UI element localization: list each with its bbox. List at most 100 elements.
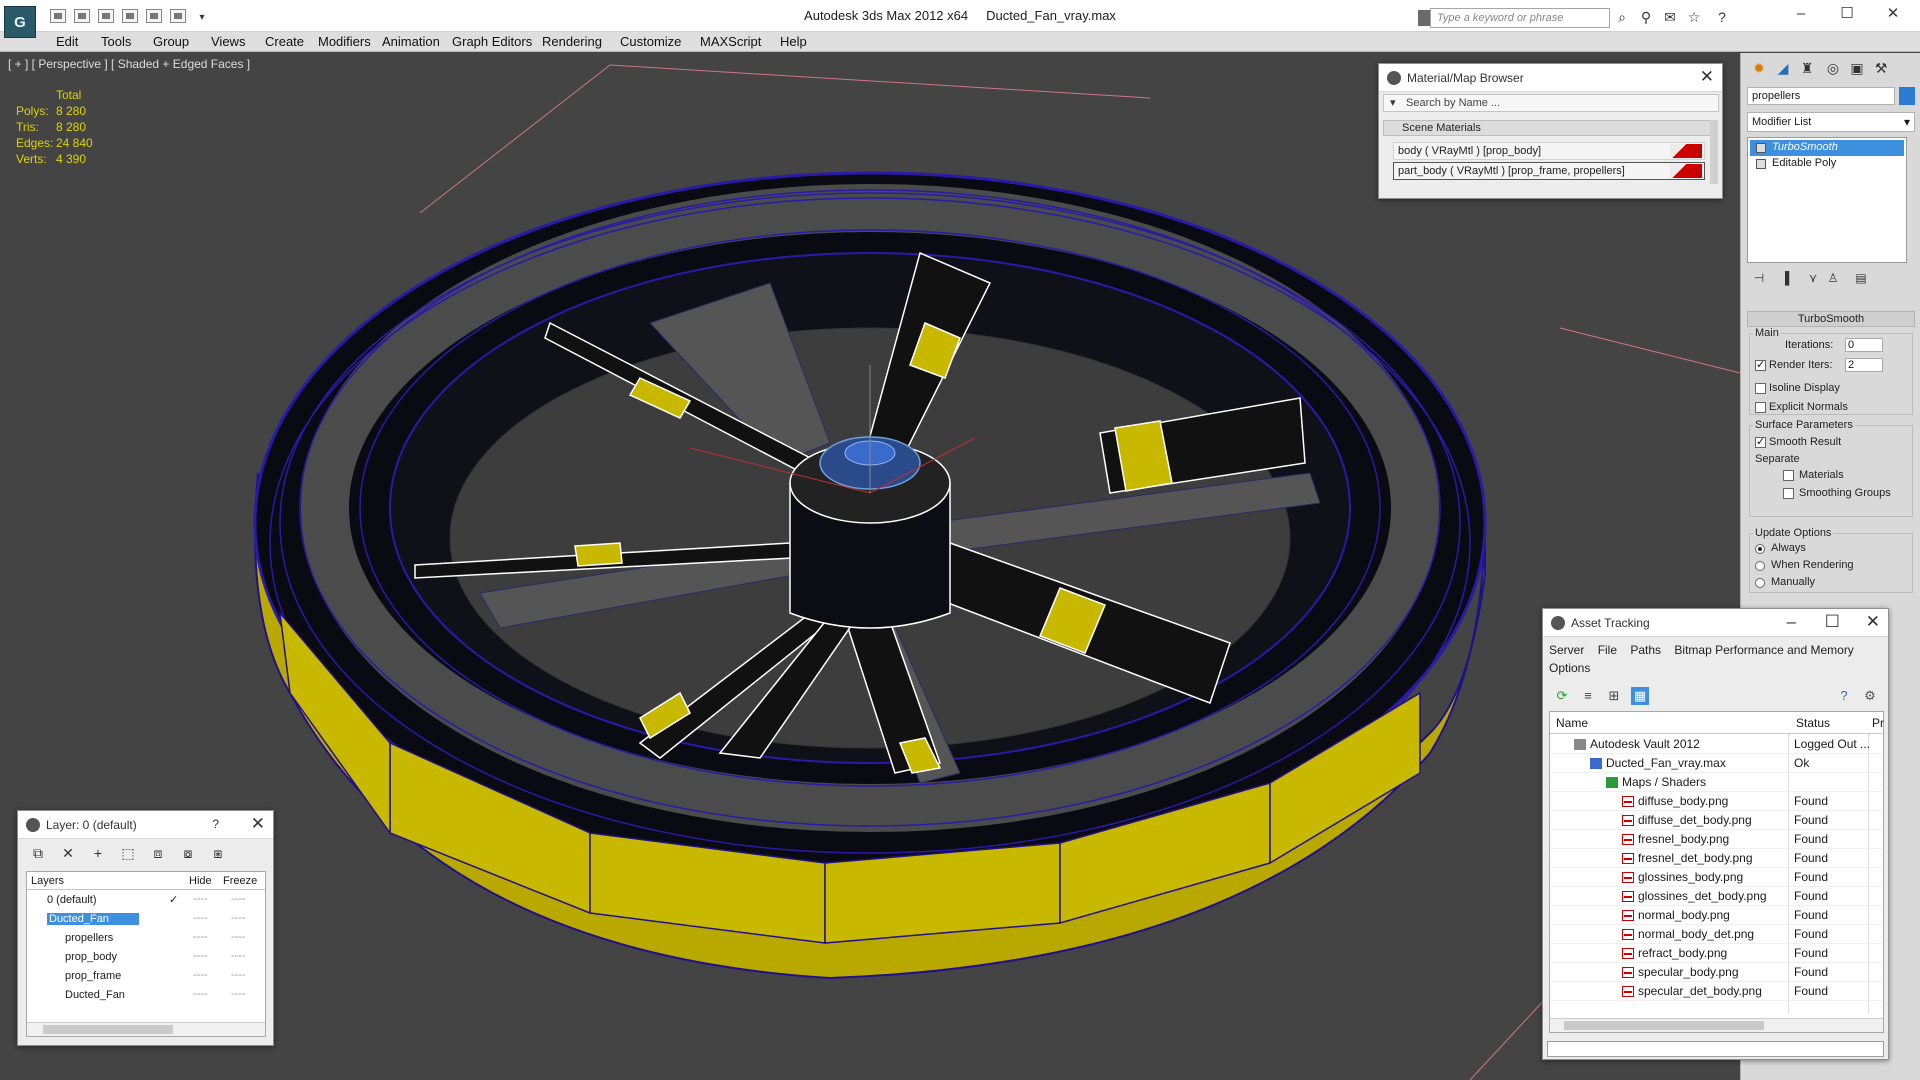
layer-row-ducted-fan-object[interactable]: Ducted_Fan ---- ---- [29,987,263,1005]
search-expand-icon[interactable] [1418,10,1430,26]
material-item-body[interactable]: body ( VRayMtl ) [prop_body] [1393,142,1705,160]
select-objects-icon[interactable]: ⬚ [118,843,138,863]
material-browser-close-icon[interactable]: ✕ [1700,67,1714,87]
viewport-label[interactable]: [ + ] [ Perspective ] [ Shaded + Edged F… [8,57,250,71]
material-item-part-body[interactable]: part_body ( VRayMtl ) [prop_frame, prope… [1393,162,1705,180]
smooth-result-checkbox[interactable] [1755,435,1766,448]
object-color-swatch[interactable] [1899,87,1915,105]
make-unique-icon[interactable]: ⋎ [1805,271,1821,287]
tree-view-icon[interactable]: ⊞ [1605,687,1623,705]
asset-path-field[interactable] [1547,1041,1884,1057]
stack-item-editable-poly[interactable]: Editable Poly [1750,156,1904,172]
layer-row-default[interactable]: 0 (default) ✓ ---- ---- [29,892,263,910]
motion-tab-icon[interactable]: ◎ [1823,57,1843,79]
layer-row-prop-body[interactable]: prop_body ---- ---- [29,949,263,967]
col-extra[interactable]: Pr [1872,716,1884,730]
asset-minimize-icon[interactable]: – [1787,612,1796,632]
asset-menu-options[interactable]: Options [1549,661,1590,675]
render-iters-spinner[interactable]: 2 [1845,358,1883,372]
refresh-icon[interactable]: ⟳ [1553,687,1571,705]
menu-modifiers[interactable]: Modifiers [318,34,371,49]
hide-toggle[interactable]: ---- [193,988,208,1000]
object-name-field[interactable]: propellers [1747,87,1895,105]
update-always-radio[interactable] [1755,544,1765,554]
scrollbar-thumb[interactable] [1564,1021,1764,1030]
layer-row-prop-frame[interactable]: prop_frame ---- ---- [29,968,263,986]
create-layer-icon[interactable]: ⧉ [28,843,48,863]
material-search-input[interactable]: Search by Name ... [1383,94,1719,112]
asset-row-map[interactable]: specular_det_body.png Found [1550,982,1883,1001]
layer-panel-titlebar[interactable]: Layer: 0 (default) ? ✕ [18,811,273,839]
hide-toggle[interactable]: ---- [193,893,208,905]
col-layers[interactable]: Layers [31,875,64,887]
expand-plus-icon[interactable] [1756,159,1766,169]
scene-materials-section[interactable]: Scene Materials [1383,120,1711,136]
menu-edit[interactable]: Edit [56,34,78,49]
freeze-toggle[interactable]: ---- [231,988,246,1000]
asset-horizontal-scrollbar[interactable] [1550,1018,1883,1032]
asset-row-map[interactable]: diffuse_body.png Found [1550,792,1883,811]
turbosmooth-rollout-header[interactable]: TurboSmooth [1747,311,1915,327]
asset-row-maps-folder[interactable]: Maps / Shaders [1550,773,1883,792]
display-tab-icon[interactable]: ▣ [1847,57,1867,79]
asset-menu-paths[interactable]: Paths [1630,643,1661,657]
render-iters-checkbox[interactable] [1755,358,1766,371]
asset-settings-icon[interactable]: ⚙ [1861,687,1879,705]
col-name[interactable]: Name [1556,716,1588,730]
col-hide[interactable]: Hide [189,875,212,887]
asset-row-map[interactable]: fresnel_body.png Found [1550,830,1883,849]
highlight-layer-icon[interactable]: ⧈ [148,843,168,863]
isoline-display-checkbox[interactable] [1755,383,1766,394]
menu-rendering[interactable]: Rendering [542,34,602,49]
layer-horizontal-scrollbar[interactable] [27,1022,265,1036]
asset-menu-file[interactable]: File [1598,643,1617,657]
hide-toggle[interactable]: ---- [193,912,208,924]
utilities-tab-icon[interactable]: ⚒ [1871,57,1891,79]
menu-create[interactable]: Create [265,34,304,49]
add-to-layer-icon[interactable]: + [88,843,108,863]
asset-row-map[interactable]: specular_body.png Found [1550,963,1883,982]
asset-row-vault[interactable]: Autodesk Vault 2012 Logged Out ... [1550,735,1883,754]
layer-panel-close-icon[interactable]: ✕ [251,814,265,834]
favorites-star-icon[interactable]: ☆ [1686,10,1702,25]
search-input[interactable]: Type a keyword or phrase [1430,8,1610,28]
asset-row-map[interactable]: glossines_det_body.png Found [1550,887,1883,906]
menu-help[interactable]: Help [780,34,807,49]
freeze-toggle[interactable]: ---- [231,931,246,943]
update-manually-radio[interactable] [1755,578,1765,588]
configure-sets-icon[interactable]: ▤ [1853,271,1869,287]
pin-stack-icon[interactable]: ⊣ [1751,271,1767,287]
hierarchy-tab-icon[interactable]: ♜ [1797,57,1817,79]
explicit-normals-checkbox[interactable] [1755,402,1766,413]
hide-all-layers-icon[interactable]: ⧇ [178,843,198,863]
menu-customize[interactable]: Customize [620,34,681,49]
remove-modifier-icon[interactable]: ♙ [1825,271,1841,287]
delete-layer-icon[interactable]: ✕ [58,843,78,863]
freeze-toggle[interactable]: ---- [231,893,246,905]
layer-row-propellers[interactable]: propellers ---- ---- [29,930,263,948]
communication-icon[interactable]: ✉ [1662,10,1678,25]
update-when-rendering-radio[interactable] [1755,561,1765,571]
minimize-button[interactable]: – [1778,0,1824,30]
asset-close-icon[interactable]: ✕ [1866,612,1880,632]
lightbulb-icon[interactable] [1756,143,1766,153]
menu-views[interactable]: Views [211,34,245,49]
create-tab-icon[interactable]: ✹ [1749,57,1769,79]
asset-maximize-icon[interactable]: ☐ [1825,612,1840,632]
freeze-toggle[interactable]: ---- [231,969,246,981]
modify-tab-icon[interactable]: ◢ [1773,57,1793,79]
material-browser-titlebar[interactable]: Material/Map Browser ✕ [1379,64,1722,92]
asset-menu-server[interactable]: Server [1549,643,1584,657]
separate-materials-checkbox[interactable] [1783,470,1794,481]
close-button[interactable]: ✕ [1870,0,1916,30]
asset-row-map[interactable]: diffuse_det_body.png Found [1550,811,1883,830]
binoculars-icon[interactable]: ⌕ [1614,10,1630,25]
asset-row-map[interactable]: normal_body_det.png Found [1550,925,1883,944]
asset-help-icon[interactable]: ? [1835,687,1853,705]
freeze-toggle[interactable]: ---- [231,912,246,924]
separate-smoothing-checkbox[interactable] [1783,488,1794,499]
modifier-list-dropdown[interactable]: Modifier List [1747,112,1915,132]
app-menu-button[interactable]: G [4,6,36,38]
col-status[interactable]: Status [1796,716,1830,730]
hide-toggle[interactable]: ---- [193,950,208,962]
